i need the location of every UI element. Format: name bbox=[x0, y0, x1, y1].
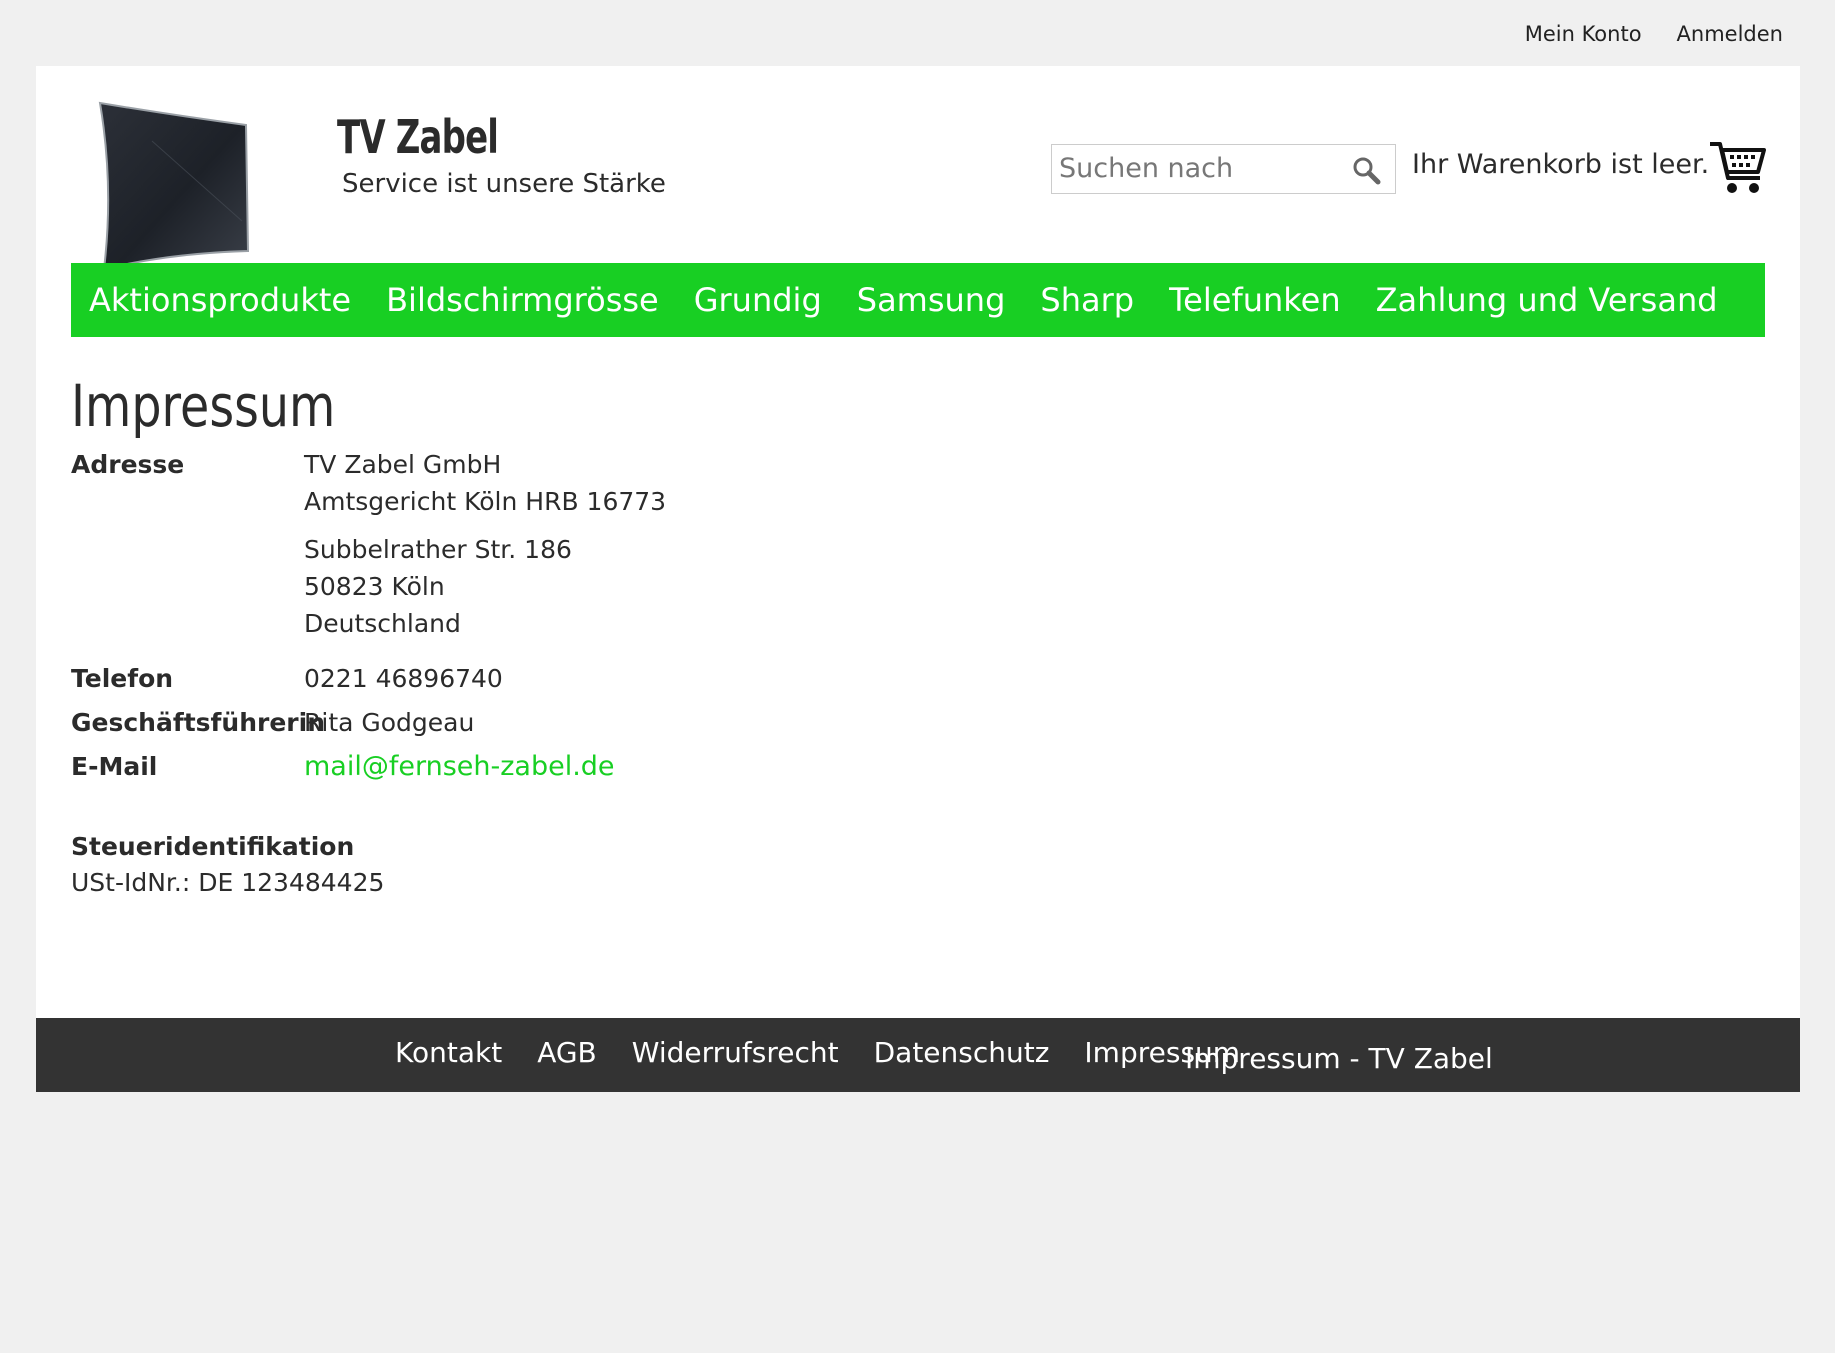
phone-label: Telefon bbox=[71, 664, 174, 693]
nav-item-aktionsprodukte[interactable]: Aktionsprodukte bbox=[89, 281, 351, 319]
search-box bbox=[1051, 144, 1396, 194]
footer: Kontakt AGB Widerrufsrecht Datenschutz I… bbox=[36, 1018, 1800, 1092]
footer-link-datenschutz[interactable]: Datenschutz bbox=[874, 1036, 1050, 1069]
nav-item-grundig[interactable]: Grundig bbox=[694, 281, 822, 319]
address-line-register: Amtsgericht Köln HRB 16773 bbox=[304, 487, 667, 516]
brand-title: TV Zabel bbox=[337, 110, 499, 164]
main-nav: Aktionsprodukte Bildschirmgrösse Grundig… bbox=[71, 263, 1765, 337]
email-link[interactable]: mail@fernseh-zabel.de bbox=[304, 751, 615, 782]
nav-item-samsung[interactable]: Samsung bbox=[857, 281, 1006, 319]
phone-value: 0221 46896740 bbox=[304, 664, 503, 693]
address-line-country: Deutschland bbox=[304, 609, 461, 638]
my-account-link[interactable]: Mein Konto bbox=[1525, 22, 1642, 46]
cart-icon[interactable] bbox=[1708, 140, 1768, 196]
footer-page-title: Impressum - TV Zabel bbox=[1185, 1042, 1493, 1075]
nav-item-telefunken[interactable]: Telefunken bbox=[1169, 281, 1341, 319]
search-icon[interactable] bbox=[1351, 155, 1381, 185]
login-link[interactable]: Anmelden bbox=[1677, 22, 1783, 46]
address-line-street: Subbelrather Str. 186 bbox=[304, 535, 572, 564]
footer-link-kontakt[interactable]: Kontakt bbox=[395, 1036, 502, 1069]
nav-item-bildschirmgroesse[interactable]: Bildschirmgrösse bbox=[386, 281, 659, 319]
nav-item-zahlung-und-versand[interactable]: Zahlung und Versand bbox=[1376, 281, 1718, 319]
page-container: TV Zabel Service ist unsere Stärke Ihr W… bbox=[36, 66, 1800, 1092]
address-label: Adresse bbox=[71, 450, 185, 479]
manager-label: Geschäftsführerin bbox=[71, 708, 326, 737]
tv-logo-icon[interactable] bbox=[92, 101, 302, 271]
cart-status: Ihr Warenkorb ist leer. bbox=[1412, 149, 1710, 180]
search-input[interactable] bbox=[1052, 145, 1339, 191]
top-bar: Mein Konto Anmelden bbox=[1525, 22, 1783, 46]
email-label: E-Mail bbox=[71, 752, 158, 781]
page-title: Impressum bbox=[71, 372, 336, 440]
footer-links: Kontakt AGB Widerrufsrecht Datenschutz I… bbox=[395, 1036, 1240, 1069]
tax-heading: Steueridentifikation bbox=[71, 832, 355, 861]
brand-tagline: Service ist unsere Stärke bbox=[342, 169, 666, 199]
tax-id-value: USt-IdNr.: DE 123484425 bbox=[71, 868, 385, 897]
footer-link-widerrufsrecht[interactable]: Widerrufsrecht bbox=[632, 1036, 839, 1069]
address-line-city: 50823 Köln bbox=[304, 572, 445, 601]
address-line-company: TV Zabel GmbH bbox=[304, 450, 502, 479]
footer-link-agb[interactable]: AGB bbox=[537, 1036, 597, 1069]
manager-value: Rita Godgeau bbox=[304, 708, 475, 737]
nav-item-sharp[interactable]: Sharp bbox=[1040, 281, 1134, 319]
